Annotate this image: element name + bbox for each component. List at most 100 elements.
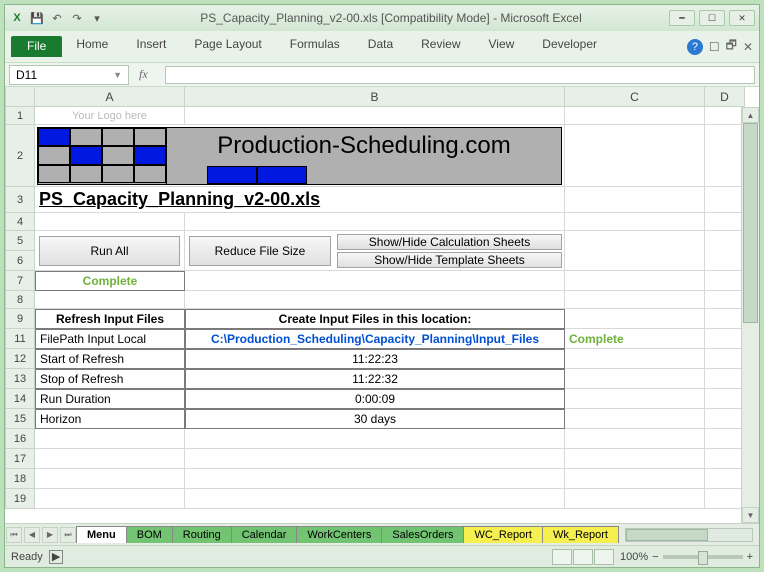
- col-header-a[interactable]: A: [35, 87, 185, 107]
- horizon-label[interactable]: Horizon: [35, 409, 185, 429]
- tab-data[interactable]: Data: [360, 33, 401, 57]
- formula-input[interactable]: [165, 66, 755, 84]
- sheet-tab-salesorders[interactable]: SalesOrders: [381, 526, 464, 543]
- ribbon-minimize-icon[interactable]: ☐: [709, 40, 720, 54]
- page-layout-view-button[interactable]: [573, 549, 593, 565]
- name-box-dropdown-icon[interactable]: ▼: [113, 70, 122, 80]
- vertical-scroll-thumb[interactable]: [743, 123, 758, 323]
- row-header[interactable]: 16: [5, 429, 35, 449]
- start-refresh-value[interactable]: 11:22:23: [185, 349, 565, 369]
- row-header[interactable]: 13: [5, 369, 35, 389]
- row-header[interactable]: 4: [5, 213, 35, 231]
- complete-status-2: Complete: [569, 332, 624, 346]
- row-header[interactable]: 8: [5, 291, 35, 309]
- tab-developer[interactable]: Developer: [534, 33, 605, 57]
- workbook-restore-icon[interactable]: 🗗: [726, 36, 737, 57]
- page-break-view-button[interactable]: [594, 549, 614, 565]
- undo-icon[interactable]: ↶: [49, 10, 65, 26]
- show-hide-template-sheets-button[interactable]: Show/Hide Template Sheets: [337, 252, 562, 268]
- macro-record-icon[interactable]: ▶: [49, 550, 63, 564]
- col-header-c[interactable]: C: [565, 87, 705, 107]
- row-header[interactable]: 1: [5, 107, 35, 125]
- sheet-tab-routing[interactable]: Routing: [172, 526, 232, 543]
- name-box-value: D11: [16, 68, 37, 82]
- row-header[interactable]: 2: [5, 125, 35, 187]
- filepath-label[interactable]: FilePath Input Local: [35, 329, 185, 349]
- zoom-control: 100% − +: [620, 551, 753, 563]
- complete-status: Complete: [83, 274, 138, 288]
- horizontal-scroll-thumb[interactable]: [626, 529, 708, 541]
- stop-refresh-value[interactable]: 11:22:32: [185, 369, 565, 389]
- zoom-slider[interactable]: [663, 555, 743, 559]
- row-header[interactable]: 19: [5, 489, 35, 509]
- row-header[interactable]: 11: [5, 329, 35, 349]
- stop-refresh-label[interactable]: Stop of Refresh: [35, 369, 185, 389]
- row-header[interactable]: 7: [5, 271, 35, 291]
- row-header[interactable]: 17: [5, 449, 35, 469]
- run-duration-label[interactable]: Run Duration: [35, 389, 185, 409]
- close-button[interactable]: ✕: [729, 10, 755, 26]
- zoom-out-icon[interactable]: −: [652, 551, 658, 563]
- show-hide-calc-sheets-button[interactable]: Show/Hide Calculation Sheets: [337, 234, 562, 250]
- banner-cell[interactable]: Production-Scheduling.com: [35, 125, 565, 187]
- scroll-up-icon[interactable]: ▲: [742, 107, 759, 123]
- workbook-close-icon[interactable]: ✕: [743, 40, 753, 54]
- scroll-down-icon[interactable]: ▼: [742, 507, 759, 523]
- fx-icon[interactable]: fx: [139, 67, 155, 82]
- row-header[interactable]: 14: [5, 389, 35, 409]
- tab-home[interactable]: Home: [68, 33, 116, 57]
- tab-insert[interactable]: Insert: [128, 33, 174, 57]
- tab-page-layout[interactable]: Page Layout: [186, 33, 269, 57]
- tab-review[interactable]: Review: [413, 33, 468, 57]
- row-header[interactable]: 6: [5, 251, 35, 271]
- name-box[interactable]: D11 ▼: [9, 65, 129, 85]
- run-all-button[interactable]: Run All: [39, 236, 180, 266]
- sheet-tab-calendar[interactable]: Calendar: [231, 526, 298, 543]
- qat-more-icon[interactable]: ▾: [89, 10, 105, 26]
- row-header[interactable]: 9: [5, 309, 35, 329]
- normal-view-button[interactable]: [552, 549, 572, 565]
- start-refresh-label[interactable]: Start of Refresh: [35, 349, 185, 369]
- redo-icon[interactable]: ↷: [69, 10, 85, 26]
- row-header[interactable]: 15: [5, 409, 35, 429]
- file-tab[interactable]: File: [11, 36, 62, 57]
- tab-formulas[interactable]: Formulas: [282, 33, 348, 57]
- tab-nav-prev-icon[interactable]: ◀: [24, 527, 40, 543]
- zoom-in-icon[interactable]: +: [747, 551, 753, 563]
- excel-icon: X: [9, 10, 25, 26]
- create-input-files-header[interactable]: Create Input Files in this location:: [185, 309, 565, 329]
- row-header[interactable]: 12: [5, 349, 35, 369]
- sheet-tab-menu[interactable]: Menu: [76, 526, 127, 543]
- row-header[interactable]: 5: [5, 231, 35, 251]
- sheet-tab-wc-report[interactable]: WC_Report: [463, 526, 542, 543]
- worksheet: A B C D 1 Your Logo here 2: [5, 87, 759, 523]
- horizon-value[interactable]: 30 days: [185, 409, 565, 429]
- ribbon-tabs: File Home Insert Page Layout Formulas Da…: [5, 31, 759, 57]
- tab-view[interactable]: View: [481, 33, 523, 57]
- quick-access-toolbar: X 💾 ↶ ↷ ▾: [9, 10, 105, 26]
- refresh-input-files-header[interactable]: Refresh Input Files: [35, 309, 185, 329]
- formula-bar: D11 ▼ fx: [5, 63, 759, 87]
- save-icon[interactable]: 💾: [29, 10, 45, 26]
- tab-nav-first-icon[interactable]: ⏮: [6, 527, 22, 543]
- maximize-button[interactable]: ☐: [699, 10, 725, 26]
- help-icon[interactable]: ?: [687, 39, 703, 55]
- zoom-level[interactable]: 100%: [620, 551, 648, 563]
- sheet-tab-wk-report[interactable]: Wk_Report: [542, 526, 619, 543]
- tab-nav-last-icon[interactable]: ⏭: [60, 527, 76, 543]
- select-all-corner[interactable]: [5, 87, 35, 107]
- run-duration-value[interactable]: 0:00:09: [185, 389, 565, 409]
- minimize-button[interactable]: ━: [669, 10, 695, 26]
- row-header[interactable]: 18: [5, 469, 35, 489]
- sheet-tab-workcenters[interactable]: WorkCenters: [296, 526, 382, 543]
- col-header-d[interactable]: D: [705, 87, 745, 107]
- vertical-scrollbar[interactable]: ▲ ▼: [741, 107, 759, 523]
- horizontal-scrollbar[interactable]: [625, 528, 753, 542]
- row-header[interactable]: 3: [5, 187, 35, 213]
- sheet-tab-bom[interactable]: BOM: [126, 526, 173, 543]
- reduce-file-size-button[interactable]: Reduce File Size: [189, 236, 331, 266]
- cell-logo-hint[interactable]: Your Logo here: [35, 107, 185, 125]
- col-header-b[interactable]: B: [185, 87, 565, 107]
- sheet-tabs-bar: ⏮ ◀ ▶ ⏭ Menu BOM Routing Calendar WorkCe…: [5, 523, 759, 545]
- tab-nav-next-icon[interactable]: ▶: [42, 527, 58, 543]
